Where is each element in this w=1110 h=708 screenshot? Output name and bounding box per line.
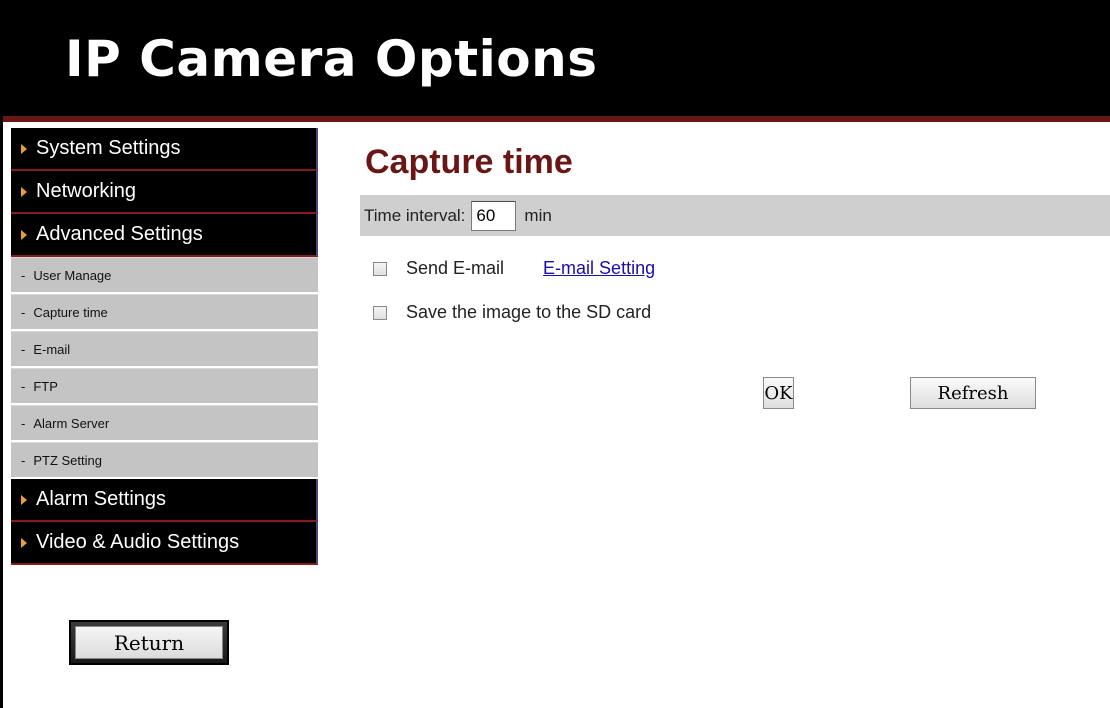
time-interval-row: Time interval: min (360, 195, 1110, 236)
save-sd-checkbox[interactable] (373, 305, 387, 320)
sidebar-item-networking[interactable]: Networking (11, 171, 318, 214)
sidebar-item-label: Networking (36, 180, 137, 202)
dash-icon: - (21, 304, 26, 320)
arrow-right-icon (21, 494, 27, 505)
arrow-right-icon (21, 143, 27, 154)
sidebar-subitem-alarm-server[interactable]: - Alarm Server (11, 405, 318, 442)
sidebar-subitem-label: E-mail (33, 341, 71, 357)
page-title: Capture time (365, 143, 573, 181)
time-interval-label: Time interval: (364, 205, 466, 225)
app-window: IP Camera Options System Settings Networ… (0, 0, 1110, 708)
dash-icon: - (21, 378, 26, 394)
sidebar-item-system-settings[interactable]: System Settings (11, 128, 318, 171)
sidebar-item-label: Advanced Settings (36, 223, 203, 245)
save-sd-row: Save the image to the SD card (373, 302, 651, 323)
dash-icon: - (21, 415, 26, 431)
sidebar-subitem-label: User Manage (33, 267, 112, 283)
refresh-button[interactable]: Refresh (910, 377, 1036, 409)
arrow-right-icon (21, 186, 27, 197)
sidebar-item-label: System Settings (36, 137, 181, 159)
sidebar-subitem-capture-time[interactable]: - Capture time (11, 294, 318, 331)
return-button-label: Return (75, 626, 223, 659)
ok-button[interactable]: OK (763, 377, 794, 409)
arrow-right-icon (21, 537, 27, 548)
dash-icon: - (21, 341, 26, 357)
sidebar-item-alarm-settings[interactable]: Alarm Settings (11, 479, 318, 522)
sidebar-subitem-label: Capture time (33, 304, 108, 320)
sidebar-item-label: Alarm Settings (36, 488, 167, 510)
sidebar-subitem-ftp[interactable]: - FTP (11, 368, 318, 405)
sidebar-subitem-label: Alarm Server (33, 415, 110, 431)
email-setting-link[interactable]: E-mail Setting (543, 258, 655, 279)
save-sd-label: Save the image to the SD card (406, 302, 652, 322)
dash-icon: - (21, 452, 26, 468)
return-button[interactable]: Return (69, 620, 229, 665)
sidebar-subitem-ptz-setting[interactable]: - PTZ Setting (11, 442, 318, 479)
time-interval-unit: min (524, 205, 552, 225)
send-email-label: Send E-mail (406, 258, 505, 278)
page-header-title: IP Camera Options (65, 30, 598, 88)
sidebar-subitem-label: FTP (33, 378, 58, 394)
arrow-right-icon (21, 229, 27, 240)
send-email-checkbox[interactable] (373, 261, 387, 276)
sidebar-subitem-email[interactable]: - E-mail (11, 331, 318, 368)
sidebar: System Settings Networking Advanced Sett… (11, 128, 318, 565)
sidebar-subitem-label: PTZ Setting (33, 452, 102, 468)
sidebar-subitem-user-manage[interactable]: - User Manage (11, 257, 318, 294)
header-banner: IP Camera Options (3, 0, 1110, 122)
sidebar-item-advanced-settings[interactable]: Advanced Settings (11, 214, 318, 257)
send-email-row: Send E-mail E-mail Setting (373, 258, 655, 279)
sidebar-item-label: Video & Audio Settings (36, 531, 240, 553)
dash-icon: - (21, 267, 26, 283)
sidebar-item-video-audio-settings[interactable]: Video & Audio Settings (11, 522, 318, 565)
time-interval-input[interactable] (471, 200, 517, 231)
